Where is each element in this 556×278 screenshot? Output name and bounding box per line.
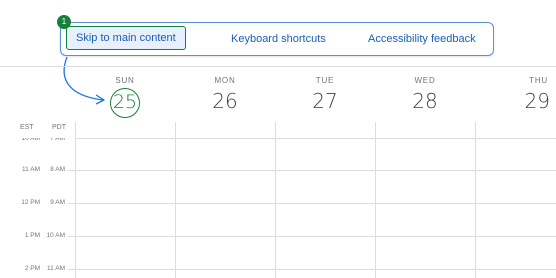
hour-tick	[68, 236, 75, 237]
time-label-est: 10 AM	[21, 138, 40, 142]
day-column-divider	[375, 122, 376, 278]
day-of-week: THU	[529, 76, 548, 85]
day-number[interactable]: 27	[275, 88, 375, 114]
today-date[interactable]: 25	[110, 88, 140, 118]
day-of-week: WED	[414, 76, 436, 85]
accessibility-feedback-link[interactable]: Accessibility feedback	[368, 23, 476, 55]
day-of-week: MON	[214, 76, 236, 85]
hour-gridline	[75, 170, 556, 171]
day-column-divider	[75, 122, 76, 278]
hour-tick	[68, 203, 75, 204]
all-day-divider	[75, 138, 556, 139]
time-label-pdt: 10 AM	[46, 232, 65, 239]
day-number[interactable]: 28	[375, 88, 475, 114]
day-header-wed[interactable]: WED 28	[375, 76, 475, 114]
time-label-pdt: 8 AM	[50, 166, 65, 173]
header-divider	[0, 66, 556, 67]
day-header-sun[interactable]: SUN 25	[75, 76, 175, 118]
time-label-est: 1 PM	[24, 232, 40, 239]
hour-gridline	[75, 269, 556, 270]
hour-tick	[68, 269, 75, 270]
day-of-week: SUN	[115, 76, 135, 85]
skip-to-main-content-link[interactable]: Skip to main content	[66, 26, 186, 50]
time-label-est: 11 AM	[22, 166, 40, 173]
time-label-est: 12 PM	[21, 199, 40, 206]
hour-gridline	[75, 236, 556, 237]
day-header-mon[interactable]: MON 26	[175, 76, 275, 114]
keyboard-shortcuts-link[interactable]: Keyboard shortcuts	[231, 23, 326, 55]
focus-step-badge: 1	[57, 15, 71, 29]
time-label-pdt: 9 AM	[50, 199, 65, 206]
day-header-tue[interactable]: TUE 27	[275, 76, 375, 114]
day-header-thu[interactable]: THU 29	[475, 76, 556, 114]
time-label-est: 2 PM	[24, 265, 40, 272]
hour-gridline	[75, 203, 556, 204]
day-column-divider	[275, 122, 276, 278]
primary-timezone-label: EST	[20, 124, 34, 131]
time-label-pdt: 11 AM	[47, 265, 65, 272]
day-column-divider	[175, 122, 176, 278]
day-column-divider	[475, 122, 476, 278]
day-number[interactable]: 26	[175, 88, 275, 114]
day-of-week: TUE	[315, 76, 335, 85]
day-number[interactable]: 29	[475, 88, 550, 114]
time-label-pdt: 7 AM	[50, 138, 65, 142]
secondary-timezone-label: PDT	[52, 124, 66, 131]
skip-links-menu: Skip to main content Keyboard shortcuts …	[60, 22, 494, 56]
hour-tick	[68, 170, 75, 171]
